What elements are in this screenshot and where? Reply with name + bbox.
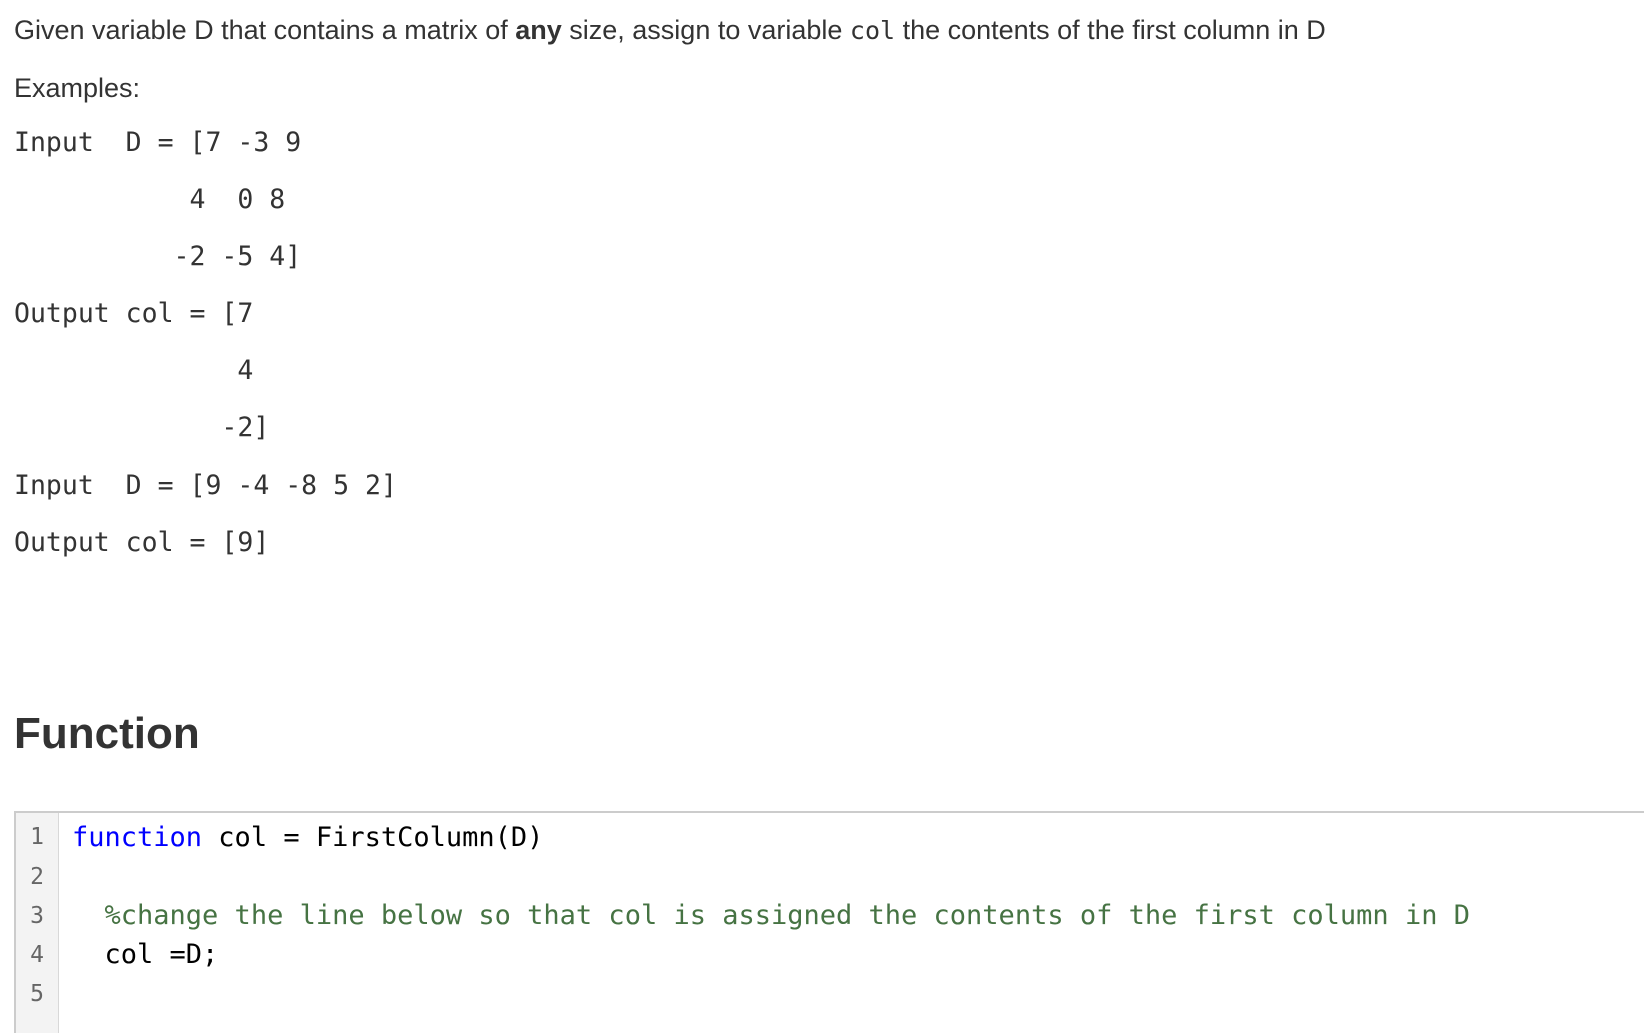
- code-line-4[interactable]: col =D;: [72, 935, 219, 975]
- example-line: 4: [14, 355, 254, 386]
- example-line: Input D = [9 -4 -8 5 2]: [14, 470, 397, 501]
- example-line: Output col = [9]: [14, 527, 270, 558]
- description-text-2: size, assign to variable: [561, 15, 850, 45]
- example-line: -2]: [14, 412, 270, 443]
- line-number: 4: [30, 942, 44, 968]
- code-editor[interactable]: 1 2 3 4 5 function col = FirstColumn(D) …: [14, 811, 1644, 1033]
- example-line: -2 -5 4]: [14, 241, 302, 272]
- code-line-1[interactable]: function col = FirstColumn(D): [72, 818, 543, 858]
- example-line: Input D = [7 -3 9: [14, 127, 302, 158]
- code-text: col =D;: [72, 939, 219, 970]
- function-section-title: Function: [14, 709, 200, 758]
- line-number: 1: [30, 824, 44, 850]
- line-number: 3: [30, 903, 44, 929]
- problem-description: Given variable D that contains a matrix …: [14, 12, 1326, 49]
- line-number: 2: [30, 864, 44, 890]
- description-code-col: col: [849, 16, 896, 45]
- description-text-1: Given variable D that contains a matrix …: [14, 15, 516, 45]
- line-number: 5: [30, 981, 44, 1007]
- examples-label: Examples:: [14, 73, 141, 103]
- example-line: Output col = [7: [14, 298, 254, 329]
- description-text-3: the contents of the first column in D: [895, 15, 1326, 45]
- line-number-gutter: 1 2 3 4 5: [16, 813, 59, 1033]
- code-line-3[interactable]: %change the line below so that col is as…: [72, 896, 1470, 936]
- description-bold-any: any: [515, 15, 562, 45]
- code-text: col = FirstColumn(D): [202, 822, 544, 853]
- code-comment: %change the line below so that col is as…: [104, 900, 1470, 931]
- example-line: 4 0 8: [14, 184, 286, 215]
- keyword-function: function: [72, 822, 203, 853]
